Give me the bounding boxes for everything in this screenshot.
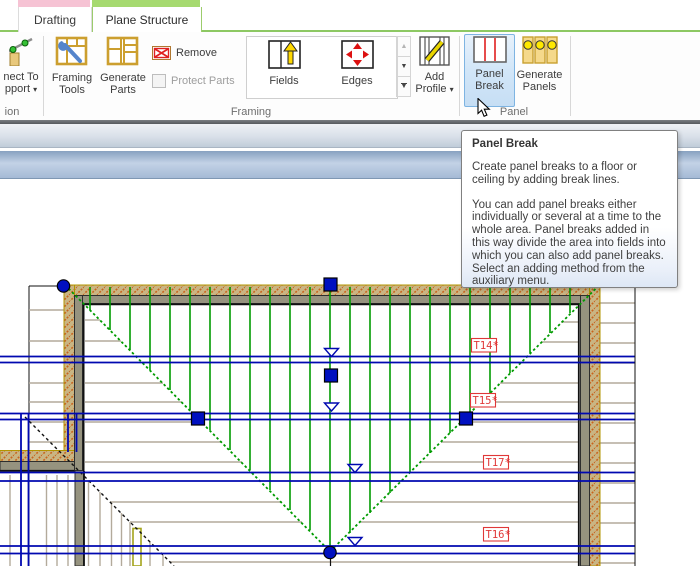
checkbox-icon bbox=[152, 74, 166, 88]
group-divider bbox=[43, 36, 44, 116]
tooltip-paragraph-2: You can add panel breaks either individu… bbox=[472, 199, 667, 289]
part-label-t14: T14* bbox=[474, 340, 499, 352]
generate-parts-icon bbox=[106, 36, 140, 70]
dropdown-arrow-icon: ▾ bbox=[450, 85, 454, 94]
generate-parts-button[interactable]: Generate Parts bbox=[99, 35, 147, 105]
panel-break-label-line2: Break bbox=[475, 80, 504, 92]
generate-parts-label-line2: Parts bbox=[110, 84, 136, 96]
panel-break-tooltip: Panel Break Create panel breaks to a flo… bbox=[461, 130, 678, 288]
part-label-t16: T16* bbox=[486, 529, 511, 541]
scroll-up-icon: ▲ bbox=[401, 43, 408, 50]
remove-icon bbox=[152, 46, 171, 60]
framing-tools-icon bbox=[55, 36, 89, 70]
tab-plane-structure-label: Plane Structure bbox=[106, 13, 189, 27]
add-profile-label-line1: Add bbox=[425, 71, 445, 83]
tab-drafting-label: Drafting bbox=[34, 13, 76, 27]
scroll-down-icon: ▼ bbox=[401, 63, 408, 70]
part-label-t15: T15* bbox=[473, 395, 498, 407]
protect-parts-label: Protect Parts bbox=[171, 75, 235, 87]
framing-tools-label-line2: Tools bbox=[59, 84, 85, 96]
hip-diagonals bbox=[65, 285, 599, 552]
edges-button[interactable]: Edges bbox=[324, 40, 390, 87]
connect-label-line2: pport ▾ bbox=[5, 83, 37, 96]
application-window: Drafting Plane Structure nect To pport ▾ bbox=[0, 0, 700, 566]
dropdown-arrow-icon: ▾ bbox=[33, 85, 37, 94]
contextual-strip-pink bbox=[18, 0, 90, 7]
sheet-boundary-lines bbox=[29, 286, 635, 566]
connect-to-support-button-clipped[interactable]: nect To pport ▾ bbox=[0, 35, 42, 105]
framing-tools-button[interactable]: Framing Tools bbox=[47, 35, 97, 105]
generate-parts-label-line1: Generate bbox=[100, 72, 146, 84]
fields-label: Fields bbox=[269, 75, 298, 87]
gallery-scroll-up-button[interactable]: ▲ bbox=[397, 36, 411, 57]
add-profile-button[interactable]: Add Profile ▾ bbox=[410, 35, 459, 105]
remove-button[interactable]: Remove bbox=[152, 46, 217, 60]
post-outline bbox=[133, 529, 141, 566]
gallery-more-button[interactable]: ▼ bbox=[397, 77, 411, 97]
panel-break-label-line1: Panel bbox=[475, 68, 503, 80]
group-label-framing: Framing bbox=[211, 106, 291, 118]
tooltip-title: Panel Break bbox=[472, 138, 667, 150]
edges-icon bbox=[341, 40, 374, 72]
gallery-more-icon: ▼ bbox=[401, 83, 408, 90]
generate-panels-label-line2: Panels bbox=[523, 81, 557, 93]
add-profile-icon bbox=[419, 36, 450, 69]
remove-label: Remove bbox=[176, 47, 217, 59]
group-divider bbox=[570, 36, 571, 116]
gallery-scroll-down-button[interactable]: ▼ bbox=[397, 57, 411, 77]
panel-break-icon bbox=[473, 36, 507, 66]
fields-button[interactable]: Fields bbox=[251, 40, 317, 87]
ribbon: nect To pport ▾ Framing Tools bbox=[0, 32, 700, 120]
tooltip-paragraph-1: Create panel breaks to a floor or ceilin… bbox=[472, 161, 667, 187]
edges-label: Edges bbox=[341, 75, 372, 87]
fields-icon bbox=[268, 40, 301, 72]
beam-connection-icon bbox=[9, 36, 33, 69]
connect-label-line1: nect To bbox=[3, 71, 38, 83]
add-profile-label-line2: Profile ▾ bbox=[415, 83, 453, 96]
group-label-clipped: ion bbox=[0, 106, 24, 118]
part-label-t17: T17* bbox=[486, 457, 511, 469]
gray-framing-lines bbox=[29, 303, 635, 563]
mouse-cursor-icon bbox=[477, 98, 492, 123]
contextual-strip-green bbox=[92, 0, 200, 7]
generate-panels-button[interactable]: Generate Panels bbox=[515, 35, 564, 105]
gallery-scrollbar: ▲ ▼ ▼ bbox=[396, 36, 411, 97]
generate-panels-icon bbox=[522, 36, 558, 67]
panel-break-lines bbox=[0, 357, 635, 566]
framing-tools-label-line1: Framing bbox=[52, 72, 92, 84]
tab-plane-structure[interactable]: Plane Structure bbox=[92, 7, 202, 32]
tab-drafting[interactable]: Drafting bbox=[18, 7, 92, 32]
protect-parts-checkbox: Protect Parts bbox=[152, 74, 235, 88]
panel-break-button[interactable]: Panel Break bbox=[464, 34, 515, 107]
framing-gallery: Fields Edges bbox=[246, 36, 398, 99]
group-divider bbox=[459, 36, 460, 116]
generate-panels-label-line1: Generate bbox=[517, 69, 563, 81]
